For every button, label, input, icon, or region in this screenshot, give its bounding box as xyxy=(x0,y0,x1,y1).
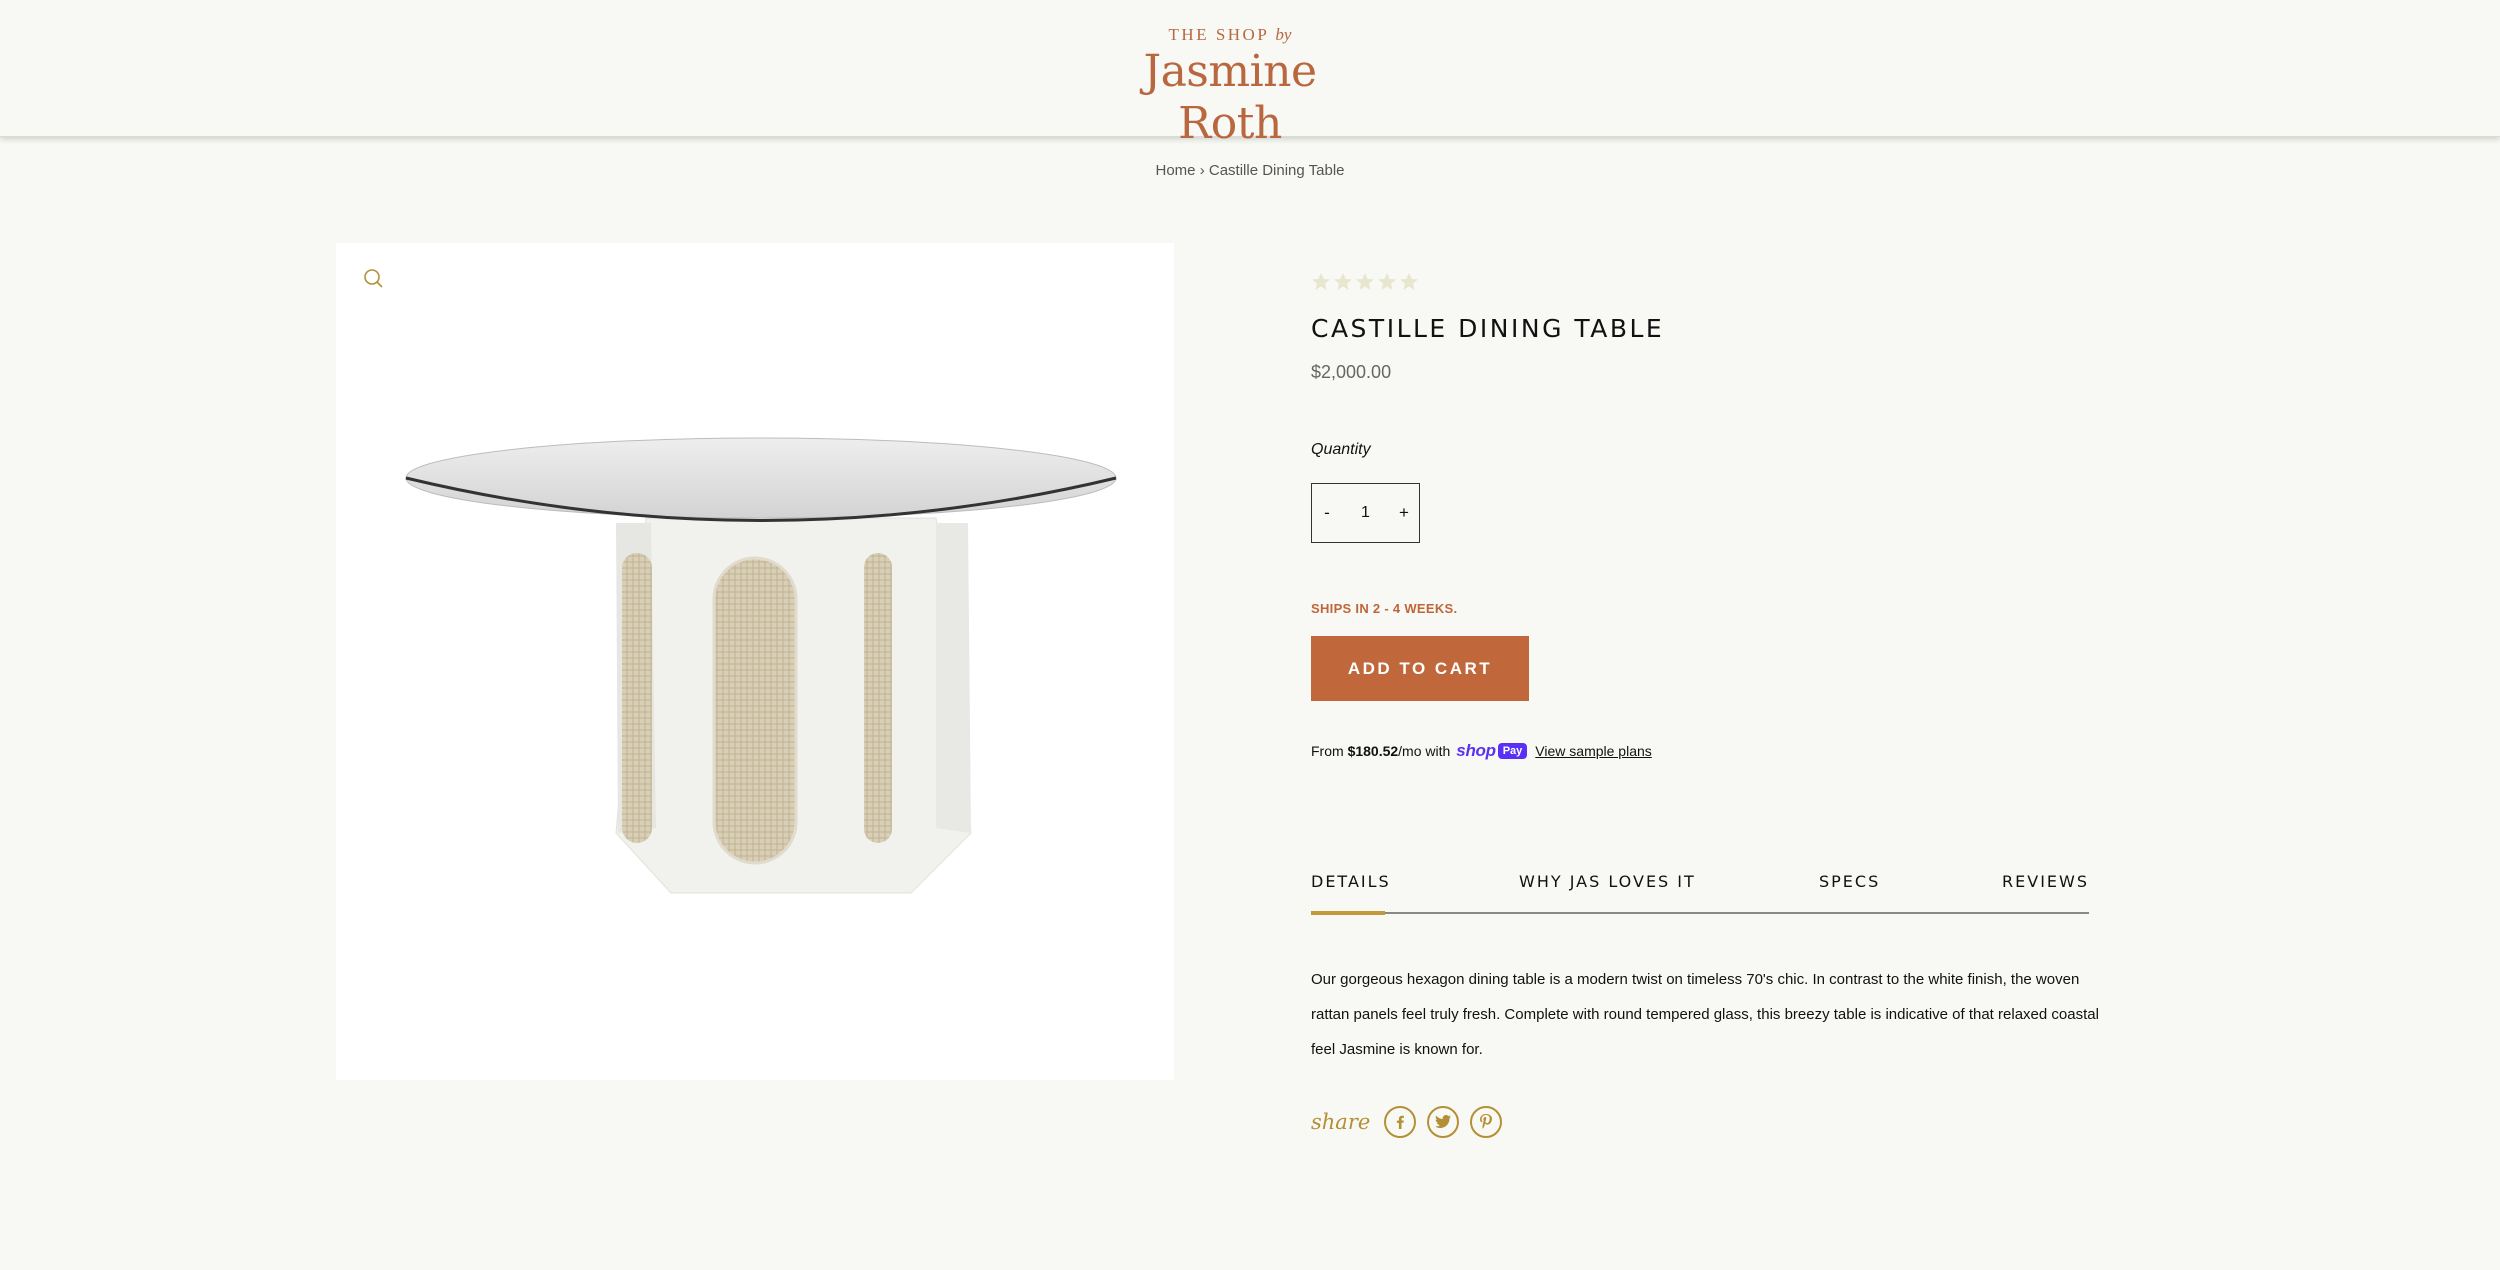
tab-why-jas-loves-it[interactable]: WHY JAS LOVES IT xyxy=(1519,872,1696,891)
product-title: CASTILLE DINING TABLE xyxy=(1311,314,1665,343)
breadcrumb-separator: › xyxy=(1199,162,1205,179)
product-image[interactable] xyxy=(396,433,1126,953)
star-icon xyxy=(1378,273,1396,290)
quantity-increase-button[interactable]: + xyxy=(1389,484,1419,542)
twitter-icon[interactable] xyxy=(1427,1106,1460,1138)
product-image-panel xyxy=(336,243,1174,1080)
product-price: $2,000.00 xyxy=(1311,362,1392,382)
shoppay-logo: shop Pay xyxy=(1456,741,1528,761)
quantity-label: Quantity xyxy=(1311,441,1371,458)
shoppay-from-text: From xyxy=(1311,743,1344,759)
tab-specs[interactable]: SPECS xyxy=(1819,872,1880,891)
shoppay-amount: $180.52 xyxy=(1347,743,1399,759)
shoppay-installments: From $180.52/mo with shop Pay View sample… xyxy=(1311,741,1652,761)
share-bar: share xyxy=(1311,1106,1513,1138)
rating-stars[interactable] xyxy=(1311,272,1419,292)
star-icon xyxy=(1334,273,1352,290)
breadcrumb: Home › Castille Dining Table xyxy=(0,162,2500,179)
view-sample-plans-link[interactable]: View sample plans xyxy=(1535,743,1651,759)
facebook-icon[interactable] xyxy=(1384,1106,1417,1138)
tab-reviews[interactable]: REVIEWS xyxy=(2002,872,2089,891)
quantity-decrease-button[interactable]: - xyxy=(1312,484,1342,542)
quantity-stepper: - + xyxy=(1311,483,1420,543)
site-logo[interactable]: THE SHOP by Jasmine Roth xyxy=(1090,24,1370,150)
active-tab-indicator xyxy=(1311,911,1385,915)
product-tabs: DETAILS WHY JAS LOVES IT SPECS REVIEWS xyxy=(1311,872,2089,915)
share-label: share xyxy=(1311,1110,1371,1134)
zoom-icon[interactable] xyxy=(360,265,388,293)
add-to-cart-button[interactable]: ADD TO CART xyxy=(1311,636,1529,701)
quantity-input[interactable] xyxy=(1342,504,1389,522)
star-icon xyxy=(1312,273,1330,290)
star-icon xyxy=(1400,273,1418,290)
pinterest-icon[interactable] xyxy=(1470,1106,1503,1138)
site-header: THE SHOP by Jasmine Roth xyxy=(0,0,2500,149)
shoppay-per-text: /mo with xyxy=(1398,743,1451,759)
product-description: Our gorgeous hexagon dining table is a m… xyxy=(1311,971,2099,1058)
tab-details[interactable]: DETAILS xyxy=(1311,872,1391,891)
breadcrumb-current: Castille Dining Table xyxy=(1208,162,1345,179)
logo-top-line: THE SHOP by xyxy=(1168,25,1292,44)
shipping-note: SHIPS IN 2 - 4 WEEKS. xyxy=(1311,601,1458,616)
breadcrumb-home-link[interactable]: Home xyxy=(1156,162,1196,179)
logo-wordmark: Jasmine Roth xyxy=(1143,46,1317,149)
star-icon xyxy=(1356,273,1374,290)
